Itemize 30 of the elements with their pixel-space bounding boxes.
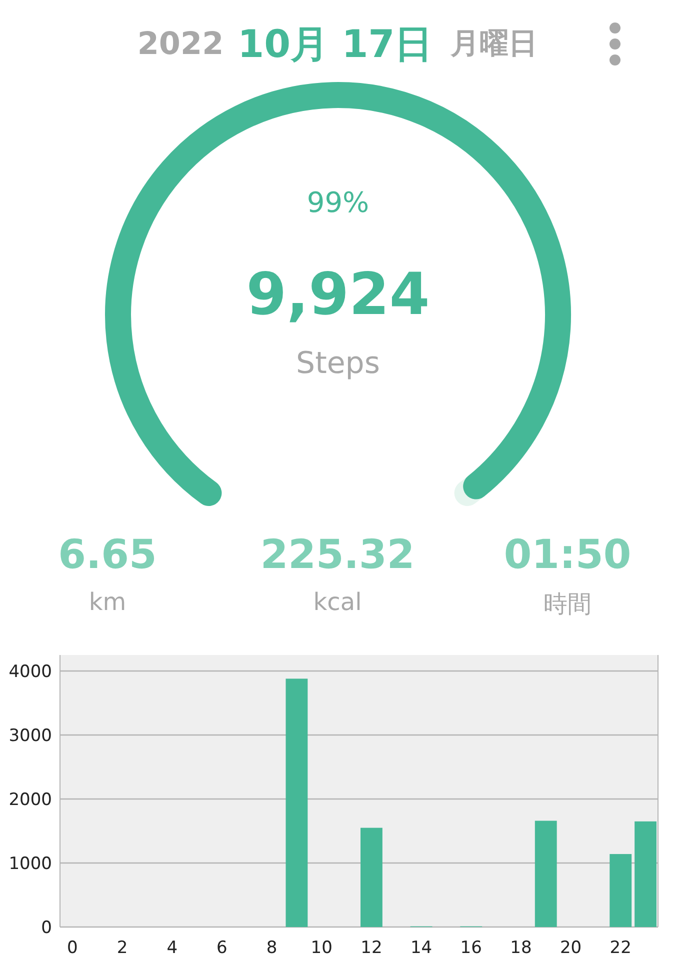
date-label: 10月 17日 (238, 20, 433, 68)
stat-label: kcal (313, 588, 362, 616)
x-axis-label: 10 (310, 938, 332, 958)
stat-label: 時間 (544, 589, 592, 620)
y-axis-label: 0 (41, 918, 52, 938)
x-axis-label: 16 (460, 938, 482, 958)
steps-unit: Steps (296, 346, 380, 381)
x-axis-label: 14 (410, 938, 432, 958)
year-label: 2022 (137, 26, 224, 62)
x-axis-label: 6 (216, 938, 228, 958)
y-axis-label: 3000 (8, 726, 52, 746)
more-options-icon[interactable] (608, 22, 622, 66)
x-axis-label: 12 (360, 938, 382, 958)
stat-value: 01:50 (504, 532, 632, 578)
weekday-label: 月曜日 (450, 25, 538, 62)
y-axis-label: 1000 (8, 854, 52, 874)
x-axis-label: 18 (510, 938, 532, 958)
y-axis-label: 4000 (8, 662, 52, 682)
x-axis-label: 8 (266, 938, 278, 958)
x-axis-label: 4 (166, 938, 178, 958)
percent-label: 99% (306, 186, 370, 219)
x-axis-label: 2 (116, 938, 128, 958)
stat-value: 6.65 (58, 532, 157, 578)
x-axis-label: 20 (560, 938, 582, 958)
x-axis-label: 0 (67, 938, 78, 958)
x-axis-label: 22 (610, 938, 632, 958)
stat-label: km (88, 588, 126, 616)
stat-value: 225.32 (260, 532, 415, 578)
steps-count: 9,924 (246, 260, 430, 328)
y-axis-label: 2000 (8, 790, 52, 810)
